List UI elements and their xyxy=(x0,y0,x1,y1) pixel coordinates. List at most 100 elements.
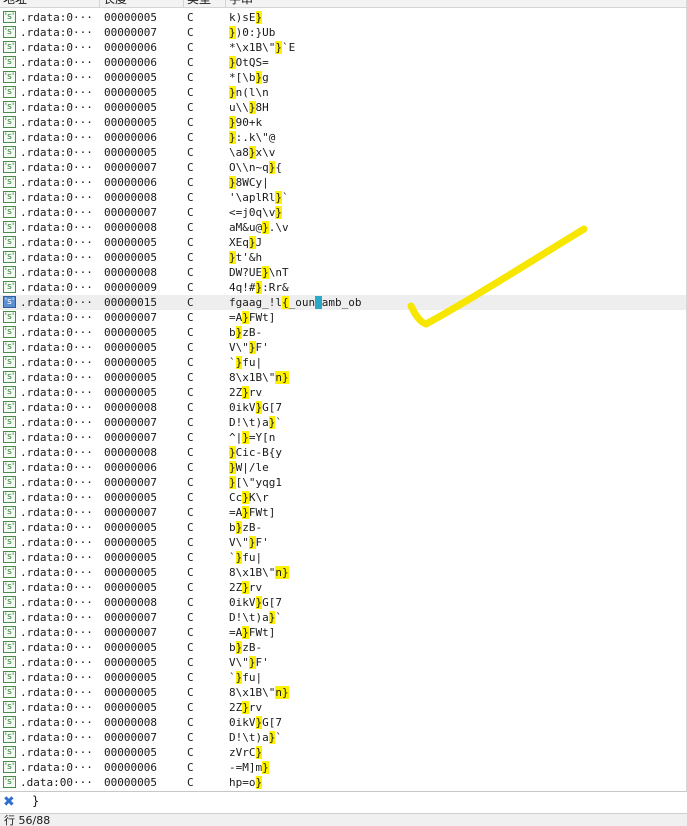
type-cell: C xyxy=(187,176,194,189)
string-row[interactable]: 's' .rdata:0··· 00000005 C XEq}J xyxy=(0,235,687,250)
string-row[interactable]: 's' .rdata:0··· 00000006 C -=M]m} xyxy=(0,760,687,775)
string-row[interactable]: 's' .rdata:0··· 00000006 C}:.k\"@ xyxy=(0,130,687,145)
header-type[interactable]: 类型 xyxy=(184,0,226,7)
string-row[interactable]: 's' .rdata:0··· 00000008 C DW?UE}\nT xyxy=(0,265,687,280)
string-row[interactable]: 's' .rdata:0··· 00000005 C 8\x1B\"n} xyxy=(0,565,687,580)
string-text: zB- xyxy=(242,521,263,534)
string-item-icon: 's' xyxy=(3,161,16,173)
length-cell: 00000007 xyxy=(104,611,157,624)
string-cell: =A}FWt] xyxy=(229,310,275,325)
type-cell: C xyxy=(187,431,194,444)
string-row[interactable]: 's' .rdata:0··· 00000006 C}8WCy| xyxy=(0,175,687,190)
string-text: K\r xyxy=(248,491,269,504)
string-row[interactable]: 's' .rdata:0··· 00000007 C})0:}Ub xyxy=(0,25,687,40)
search-input[interactable]: } xyxy=(32,794,39,808)
string-item-icon: 's' xyxy=(3,26,16,38)
string-row[interactable]: 's' .rdata:0··· 00000007 C D!\t)a}` xyxy=(0,415,687,430)
string-row[interactable]: 's' .rdata:0··· 00000008 C '\aplRl}` xyxy=(0,190,687,205)
string-row[interactable]: 's' .rdata:0··· 00000008 C 0ikV}G[7 xyxy=(0,400,687,415)
string-row[interactable]: 's' .rdata:0··· 00000005 C *[\b}g xyxy=(0,70,687,85)
string-row[interactable]: 's' .rdata:0··· 00000007 C D!\t)a}` xyxy=(0,610,687,625)
string-row[interactable]: 's' .rdata:0··· 00000006 C}OtQS= xyxy=(0,55,687,70)
address-cell: .rdata:0··· xyxy=(20,131,93,144)
string-row[interactable]: 's' .rdata:0··· 00000005 Cu\\}8H xyxy=(0,100,687,115)
string-row[interactable]: 's' .rdata:0··· 00000005 C V\"}F' xyxy=(0,340,687,355)
string-row[interactable]: 's' .rdata:0··· 00000007 C O\\n~q}{ xyxy=(0,160,687,175)
string-row[interactable]: 's' .rdata:0··· 00000009 C 4q!#}:Rr& xyxy=(0,280,687,295)
search-match-highlight: } xyxy=(242,491,249,504)
address-cell: .rdata:0··· xyxy=(20,371,93,384)
length-cell: 00000005 xyxy=(104,11,157,24)
string-row[interactable]: 's' .rdata:0··· 00000008 CaM&u@}.\v xyxy=(0,220,687,235)
search-match-highlight: } xyxy=(242,581,249,594)
string-row[interactable]: 's' .rdata:0··· 00000005 C Cc}K\r xyxy=(0,490,687,505)
string-row[interactable]: 's' .rdata:0··· 00000005 CzVrC} xyxy=(0,745,687,760)
string-text: G[7 xyxy=(262,401,282,414)
string-row[interactable]: 's' .rdata:0··· 00000008 C 0ikV}G[7 xyxy=(0,715,687,730)
string-row[interactable]: 's' .rdata:0··· 00000005 C 8\x1B\"n} xyxy=(0,685,687,700)
string-row[interactable]: 's' .rdata:0··· 00000015 Cfgaag_!l{_oun}amb… xyxy=(0,295,687,310)
length-cell: 00000005 xyxy=(104,101,157,114)
search-match-highlight: } xyxy=(242,701,249,714)
close-icon[interactable]: ✖ xyxy=(3,794,15,810)
string-row[interactable]: 's' .rdata:0··· 00000005 C V\"}F' xyxy=(0,655,687,670)
header-address[interactable]: 地址 xyxy=(0,0,100,7)
string-row[interactable]: 's' .rdata:0··· 00000006 C *\x1B\"}`E xyxy=(0,40,687,55)
string-row[interactable]: 's' .rdata:0··· 00000005 C 2Z}rv xyxy=(0,385,687,400)
length-cell: 00000007 xyxy=(104,431,157,444)
string-row[interactable]: 's' .rdata:0··· 00000005 Ck)sE} xyxy=(0,10,687,25)
search-match-highlight: } xyxy=(248,236,256,249)
string-row[interactable]: 's' .rdata:0··· 00000008 C 0ikV}G[7 xyxy=(0,595,687,610)
type-cell: C xyxy=(187,611,194,624)
header-string[interactable]: 字串 xyxy=(226,0,687,7)
string-row[interactable]: 's' .rdata:0··· 00000005 C 2Z}rv xyxy=(0,580,687,595)
string-row[interactable]: 's' .rdata:0··· 00000005 C V\"}F' xyxy=(0,535,687,550)
length-cell: 00000006 xyxy=(104,761,157,774)
string-row[interactable]: 's' .rdata:0··· 00000005 Cb}zB- xyxy=(0,640,687,655)
string-row[interactable]: 's' .rdata:0··· 00000007 C =A}FWt] xyxy=(0,310,687,325)
string-row[interactable]: 's' .rdata:0··· 00000005 C}90+k xyxy=(0,115,687,130)
address-cell: .rdata:0··· xyxy=(20,191,93,204)
string-item-icon: 's' xyxy=(3,191,16,203)
address-cell: .rdata:0··· xyxy=(20,401,93,414)
string-cell: k)sE} xyxy=(229,10,263,25)
string-item-icon: 's' xyxy=(3,401,16,413)
string-row[interactable]: 's' .rdata:0··· 00000005 C `}fu| xyxy=(0,670,687,685)
string-cell: ^|}=Y[n xyxy=(229,430,275,445)
string-row[interactable]: 's' .rdata:0··· 00000005 Cb}zB- xyxy=(0,520,687,535)
address-cell: .rdata:0··· xyxy=(20,386,93,399)
string-row[interactable]: 's' .data:00··· 00000005 Chp=o} xyxy=(0,775,687,790)
string-text: V\" xyxy=(229,536,249,549)
address-cell: .rdata:0··· xyxy=(20,26,93,39)
string-row[interactable]: 's' .rdata:0··· 00000005 C}t'&h xyxy=(0,250,687,265)
string-text: 0ikV xyxy=(229,401,256,414)
string-text: k)sE xyxy=(229,11,256,24)
length-cell: 00000005 xyxy=(104,686,157,699)
string-row[interactable]: 's' .rdata:0··· 00000005 C `}fu| xyxy=(0,355,687,370)
string-row[interactable]: 's' .rdata:0··· 00000007 C D!\t)a}` xyxy=(0,730,687,745)
string-row[interactable]: 's' .rdata:0··· 00000007 C <=j0q\v} xyxy=(0,205,687,220)
string-row[interactable]: 's' .rdata:0··· 00000005 C 8\x1B\"n} xyxy=(0,370,687,385)
string-row[interactable]: 's' .rdata:0··· 00000005 C}n(l\n xyxy=(0,85,687,100)
search-match-highlight: } xyxy=(229,26,236,39)
string-row[interactable]: 's' .rdata:0··· 00000005 C 2Z}rv xyxy=(0,700,687,715)
string-row[interactable]: 's' .rdata:0··· 00000007 C =A}FWt] xyxy=(0,625,687,640)
string-row[interactable]: 's' .rdata:0··· 00000005 C \a8}x\v xyxy=(0,145,687,160)
header-length[interactable]: 长度 xyxy=(100,0,184,7)
string-text: { xyxy=(275,161,282,174)
string-row[interactable]: 's' .rdata:0··· 00000007 C =A}FWt] xyxy=(0,505,687,520)
string-item-icon: 's' xyxy=(3,581,16,593)
string-row[interactable]: 's' .rdata:0··· 00000008 C}Cic-B{y xyxy=(0,445,687,460)
search-match-highlight: n xyxy=(275,566,282,579)
string-row[interactable]: 's' .rdata:0··· 00000007 C ^|}=Y[n xyxy=(0,430,687,445)
length-cell: 00000005 xyxy=(104,371,157,384)
string-text: FWt] xyxy=(248,506,276,519)
string-text: 8\x1B\" xyxy=(229,566,276,579)
string-row[interactable]: 's' .rdata:0··· 00000006 C}W|/le xyxy=(0,460,687,475)
search-match-highlight: } xyxy=(229,251,236,264)
string-row[interactable]: 's' .rdata:0··· 00000005 Cb}zB- xyxy=(0,325,687,340)
string-row[interactable]: 's' .rdata:0··· 00000007 C}[\"yqg1 xyxy=(0,475,687,490)
search-match-highlight: } xyxy=(229,461,236,474)
string-text: 0ikV xyxy=(229,596,256,609)
string-row[interactable]: 's' .rdata:0··· 00000005 C `}fu| xyxy=(0,550,687,565)
